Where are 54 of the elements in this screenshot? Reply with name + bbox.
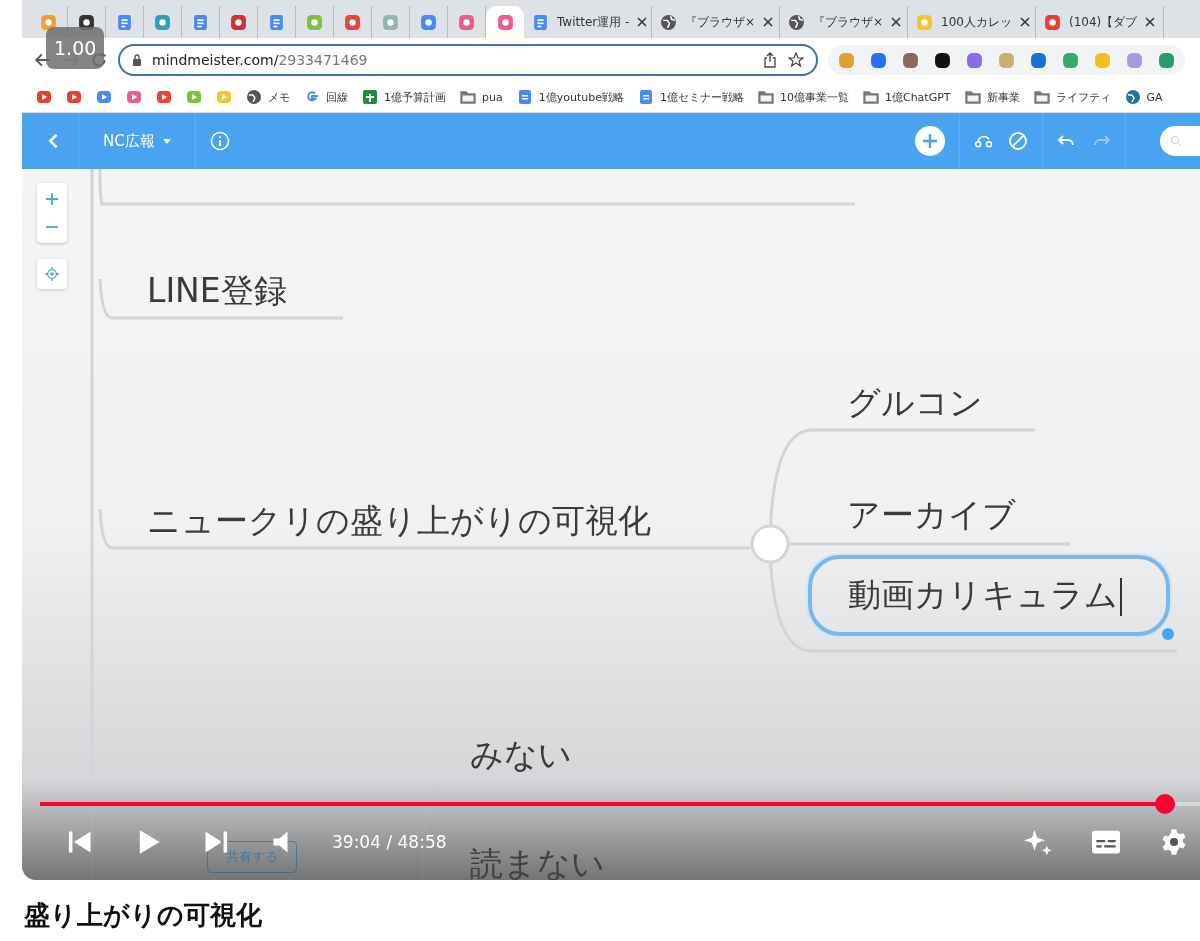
add-icon[interactable] <box>915 126 945 156</box>
search-icon <box>1170 135 1182 147</box>
zoom-in-icon[interactable] <box>45 192 59 206</box>
video-app-icon[interactable] <box>36 89 52 105</box>
mind-map-node[interactable]: グルコン <box>847 377 983 430</box>
target-icon <box>45 267 59 281</box>
bookmark[interactable]: 1億予算計画 <box>362 89 446 105</box>
close-icon[interactable] <box>1145 17 1156 27</box>
lock-icon <box>132 54 142 66</box>
video-app-icon[interactable] <box>186 89 202 105</box>
share-icon[interactable] <box>762 52 778 68</box>
video-app-icon[interactable] <box>126 89 142 105</box>
video-app-icon[interactable] <box>156 89 172 105</box>
extension-icon[interactable] <box>934 51 951 69</box>
subtitles-icon[interactable] <box>1092 828 1120 856</box>
bookmark[interactable]: 1億youtube戦略 <box>516 89 624 105</box>
browser-tab[interactable]: Twitter運用 - <box>524 6 652 38</box>
search-field[interactable] <box>1160 126 1200 156</box>
video-app-icon[interactable] <box>66 89 82 105</box>
playback-speed-tooltip: 1.00 <box>46 27 105 69</box>
mind-map-node[interactable]: ニュークリの盛り上がりの可視化 <box>147 495 651 548</box>
close-icon[interactable] <box>637 17 648 27</box>
ban-icon[interactable] <box>1008 131 1028 151</box>
settings-icon[interactable] <box>1160 828 1188 856</box>
mind-map-node[interactable]: アーカイブ <box>847 489 1016 542</box>
close-icon[interactable] <box>891 17 902 27</box>
bookmark[interactable]: メモ <box>246 89 290 105</box>
branch-node[interactable] <box>750 524 790 564</box>
url-text: mindmeister.com/2933471469 <box>152 52 368 68</box>
bookmark[interactable]: ライフティ <box>1033 89 1111 105</box>
close-icon[interactable] <box>1019 17 1030 27</box>
bookmark[interactable]: 10億事業一覧 <box>757 89 849 105</box>
locate-button[interactable] <box>37 259 67 289</box>
star-icon[interactable] <box>788 52 804 68</box>
close-icon[interactable] <box>763 17 774 27</box>
info-icon[interactable] <box>209 131 230 151</box>
video-title: 盛り上がりの可視化 <box>24 899 263 932</box>
mind-map-node[interactable]: LINE登録 <box>147 265 287 318</box>
bookmark[interactable]: 1億ChatGPT <box>862 89 951 105</box>
time-display: 39:04 / 48:58 <box>332 832 447 852</box>
bookmark[interactable]: 回線 <box>304 89 348 105</box>
mind-map-node[interactable]: みない <box>470 729 572 782</box>
browser-tab[interactable]: 100人カレッ <box>908 6 1036 38</box>
browser-tab[interactable]: 『ブラウザ× <box>652 6 780 38</box>
address-bar[interactable]: mindmeister.com/2933471469 <box>118 44 818 76</box>
video-app-icon[interactable] <box>96 89 112 105</box>
bookmark[interactable]: GA <box>1124 89 1163 105</box>
caret-icon <box>162 138 171 144</box>
bookmark[interactable]: pua <box>460 89 503 105</box>
bookmark[interactable]: 1億セミナー戦略 <box>637 89 744 105</box>
sparkle-icon[interactable] <box>1024 828 1052 856</box>
browser-tab[interactable]: 『ブラウザ× <box>780 6 908 38</box>
bookmark[interactable]: 新事業 <box>964 89 1020 105</box>
browser-tab[interactable]: (104)【ダブ <box>1036 6 1164 38</box>
